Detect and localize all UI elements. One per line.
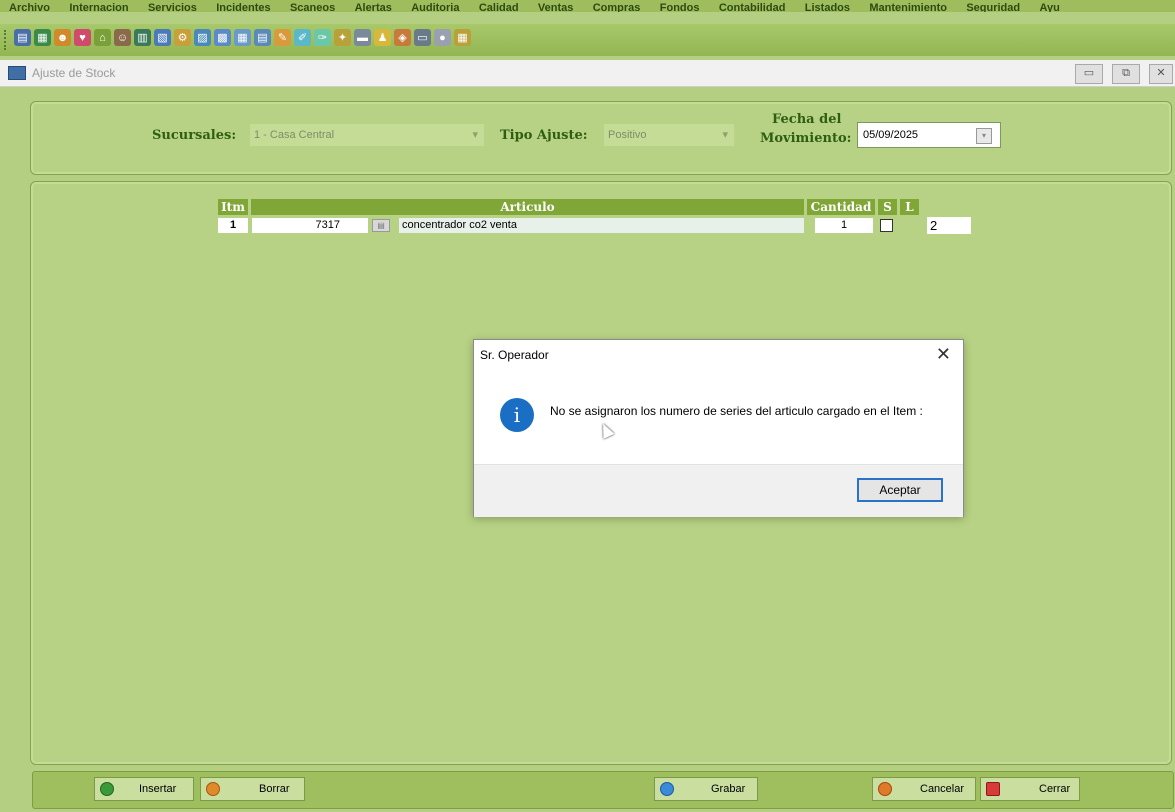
bottom-button-bar: Insertar Borrar Grabar Cancelar Cerrar: [32, 771, 1174, 809]
menu-archivo[interactable]: Archivo: [0, 2, 57, 12]
close-door-icon: [986, 782, 1000, 796]
minimize-button[interactable]: ▭: [1075, 64, 1103, 84]
row-itm: 1: [218, 218, 248, 233]
menu-compras[interactable]: Compras: [584, 2, 648, 12]
grid-icon[interactable]: ▦: [234, 29, 251, 46]
header-itm: Itm: [218, 199, 248, 215]
cerrar-button[interactable]: Cerrar: [980, 777, 1080, 801]
borrar-button[interactable]: Borrar: [200, 777, 305, 801]
plus-icon: [100, 782, 114, 796]
menu-seguridad[interactable]: Seguridad: [957, 2, 1027, 12]
dialog-title: Sr. Operador: [480, 348, 549, 362]
toolbar: ▤ ▦ ☻ ♥ ⌂ ☺ ▥ ▧ ⚙ ▨ ▩ ▦ ▤ ✎ ✐ ✑ ✦ ▬ ♟ ◈ …: [0, 24, 1175, 56]
brush-icon[interactable]: ✑: [314, 29, 331, 46]
fecha-movimiento-input[interactable]: 05/09/2025 ▾: [857, 122, 1001, 148]
card-icon[interactable]: ▭: [414, 29, 431, 46]
truck-icon[interactable]: ▬: [354, 29, 371, 46]
header-s: S: [878, 199, 897, 215]
header-l: L: [900, 199, 919, 215]
sucursales-label: Sucursales:: [152, 128, 237, 143]
window-titlebar: Ajuste de Stock ▭ ⧉ ✕: [0, 60, 1175, 87]
toolbar-grip[interactable]: [4, 30, 10, 50]
menu-calidad[interactable]: Calidad: [470, 2, 526, 12]
menu-ventas[interactable]: Ventas: [529, 2, 580, 12]
tipo-ajuste-select[interactable]: Positivo ▾: [604, 124, 734, 146]
fecha-label-line1: Fecha del: [772, 112, 842, 127]
menu-incidentes[interactable]: Incidentes: [207, 2, 277, 12]
menu-fondos[interactable]: Fondos: [651, 2, 707, 12]
dialog-message: No se asignaron los numero de series del…: [550, 404, 923, 418]
grabar-button[interactable]: Grabar: [654, 777, 758, 801]
window-title: Ajuste de Stock: [32, 66, 116, 80]
row-cantidad[interactable]: 1: [815, 218, 873, 233]
chevron-down-icon: ▾: [472, 129, 478, 141]
info-icon: i: [500, 398, 534, 432]
box-icon[interactable]: ◈: [394, 29, 411, 46]
menu-contabilidad[interactable]: Contabilidad: [710, 2, 793, 12]
menu-listados[interactable]: Listados: [796, 2, 857, 12]
menu-auditoria[interactable]: Auditoria: [402, 2, 466, 12]
close-window-button[interactable]: ✕: [1149, 64, 1173, 84]
pencil-icon[interactable]: ✎: [274, 29, 291, 46]
header-articulo: Articulo: [251, 199, 804, 215]
users-icon[interactable]: ☻: [54, 29, 71, 46]
lookup-icon[interactable]: ▤: [372, 219, 390, 232]
aceptar-button[interactable]: Aceptar: [857, 478, 943, 502]
image-icon[interactable]: ▩: [214, 29, 231, 46]
tool-icon[interactable]: ✐: [294, 29, 311, 46]
document-icon[interactable]: ▦: [34, 29, 51, 46]
message-dialog: Sr. Operador ✕ i No se asignaron los num…: [473, 339, 964, 517]
cancelar-button[interactable]: Cancelar: [872, 777, 976, 801]
row-codigo[interactable]: 7317: [252, 218, 368, 233]
table-icon[interactable]: ▤: [254, 29, 271, 46]
menu-alertas[interactable]: Alertas: [346, 2, 399, 12]
borrar-label: Borrar: [259, 783, 290, 795]
menu-mantenimiento[interactable]: Mantenimiento: [860, 2, 954, 12]
insertar-button[interactable]: Insertar: [94, 777, 194, 801]
tipo-ajuste-label: Tipo Ajuste:: [500, 128, 588, 143]
menu-ayuda[interactable]: Ayu: [1030, 2, 1066, 12]
people-icon[interactable]: ☺: [114, 29, 131, 46]
gear-icon[interactable]: ⚙: [174, 29, 191, 46]
chevron-down-icon: ▾: [722, 129, 728, 141]
calculator-icon[interactable]: ▦: [454, 29, 471, 46]
cancelar-label: Cancelar: [920, 783, 965, 795]
check-icon: [660, 782, 674, 796]
print-icon[interactable]: ▤: [14, 29, 31, 46]
row-s-checkbox[interactable]: [880, 219, 893, 232]
row-descripcion[interactable]: concentrador co2 venta: [399, 218, 804, 233]
cancel-icon: [878, 782, 892, 796]
grabar-label: Grabar: [711, 783, 746, 795]
fecha-label-line2: Movimiento:: [760, 131, 852, 146]
sucursales-value: 1 - Casa Central: [254, 129, 335, 141]
cerrar-label: Cerrar: [1039, 783, 1071, 795]
restore-button[interactable]: ⧉: [1112, 64, 1140, 84]
minus-icon: [206, 782, 220, 796]
menu-internacion[interactable]: Internacion: [60, 2, 135, 12]
dialog-close-icon[interactable]: ✕: [936, 344, 951, 365]
menu-bar: Archivo Internacion Servicios Incidentes…: [0, 0, 1175, 12]
file-icon[interactable]: ▧: [154, 29, 171, 46]
heart-icon[interactable]: ♥: [74, 29, 91, 46]
menu-servicios[interactable]: Servicios: [139, 2, 204, 12]
insertar-label: Insertar: [139, 783, 177, 795]
sucursales-select[interactable]: 1 - Casa Central ▾: [250, 124, 484, 146]
disk-icon[interactable]: ●: [434, 29, 451, 46]
fecha-value: 05/09/2025: [863, 129, 919, 141]
dialog-footer: Aceptar: [474, 464, 963, 517]
home-icon[interactable]: ⌂: [94, 29, 111, 46]
window-icon: [8, 66, 26, 80]
header-cantidad: Cantidad: [807, 199, 875, 215]
report-icon[interactable]: ▥: [134, 29, 151, 46]
menu-scaneos[interactable]: Scaneos: [281, 2, 342, 12]
tipo-ajuste-value: Positivo: [608, 129, 647, 141]
person-icon[interactable]: ♟: [374, 29, 391, 46]
row-l-input[interactable]: 2: [927, 217, 971, 234]
tag-icon[interactable]: ✦: [334, 29, 351, 46]
calendar-icon[interactable]: ▾: [976, 128, 992, 144]
sheet-icon[interactable]: ▨: [194, 29, 211, 46]
